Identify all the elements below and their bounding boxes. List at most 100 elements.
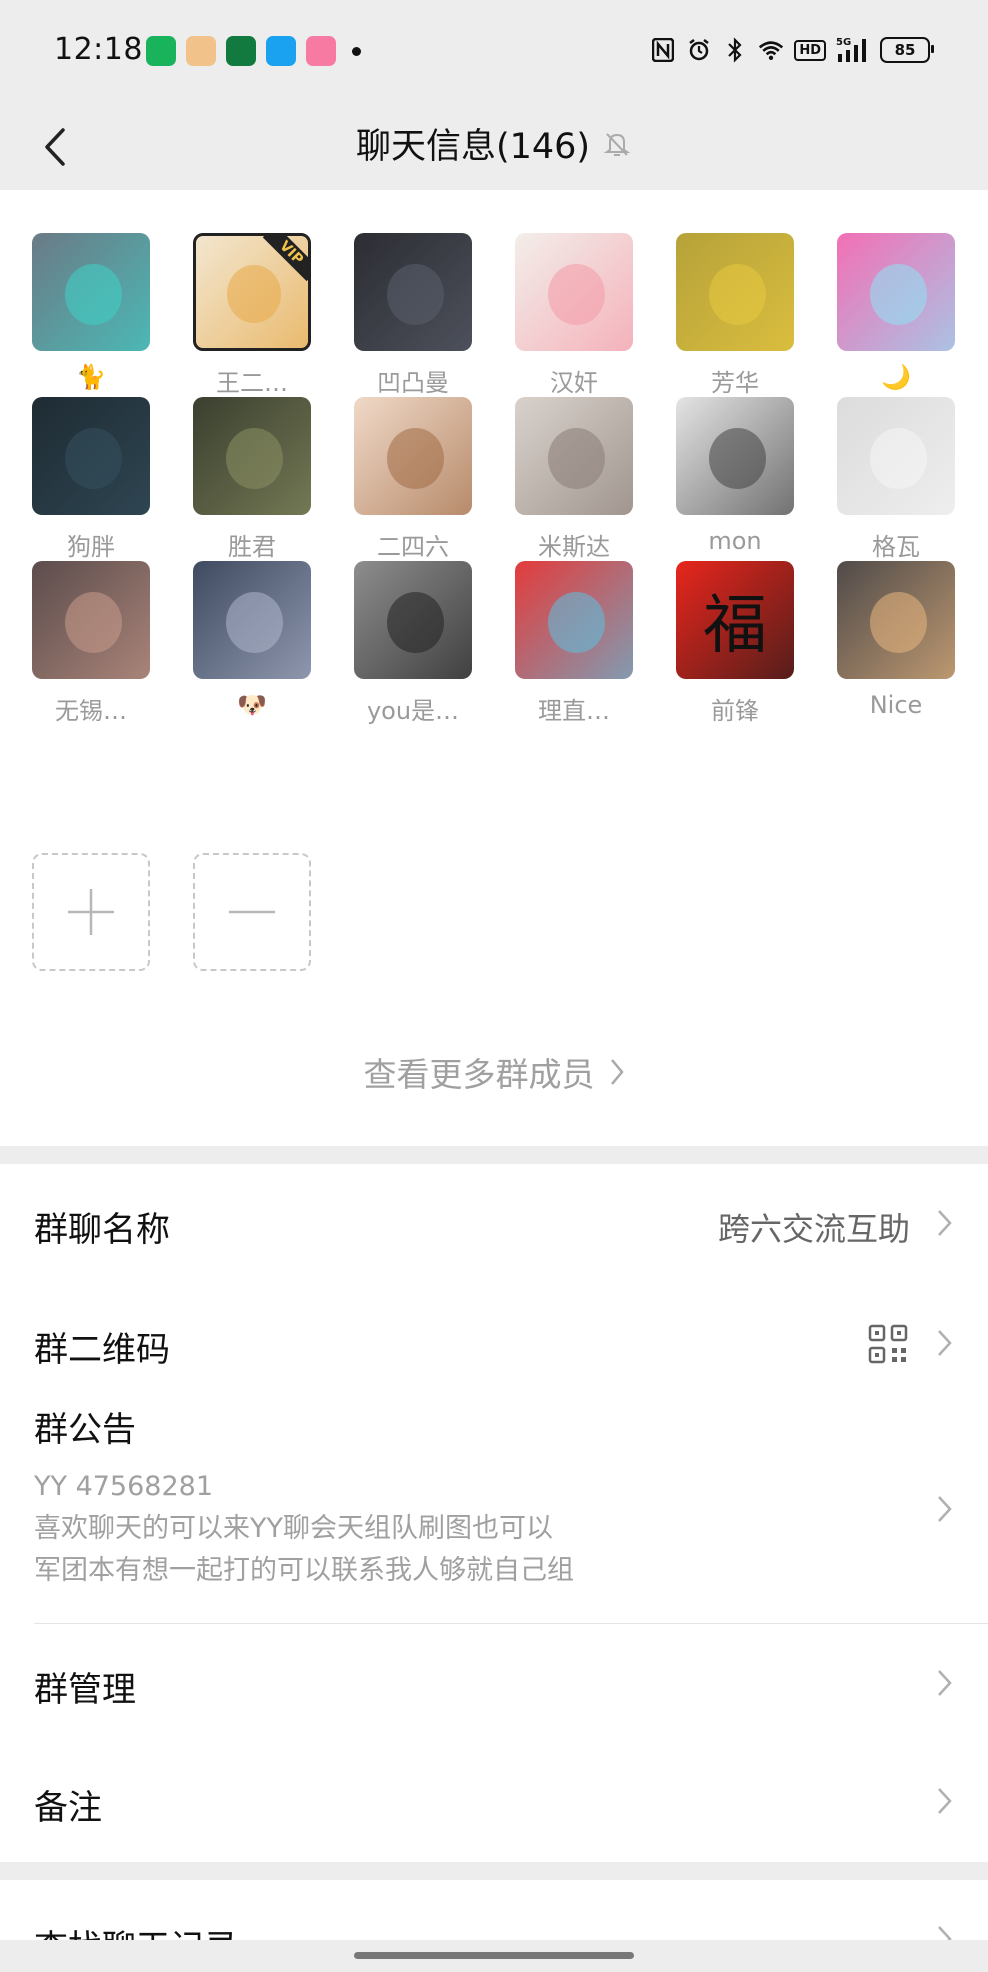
member-avatar: [676, 233, 794, 351]
group-notice-row[interactable]: 群公告 YY 47568281 喜欢聊天的可以来YY聊会天组队刷图也可以 军团本…: [0, 1402, 988, 1588]
member-avatar: [354, 397, 472, 515]
home-indicator[interactable]: [354, 1952, 634, 1959]
store-app-icon: [146, 36, 176, 66]
avatar-figure: [548, 427, 605, 490]
member-avatar: [354, 561, 472, 679]
member-item[interactable]: 格瓦: [837, 397, 955, 562]
bluetooth-icon: [722, 36, 748, 64]
member-item[interactable]: 狗胖: [32, 397, 150, 562]
view-more-members[interactable]: 查看更多群成员: [0, 1048, 988, 1096]
member-name: 芳华: [711, 369, 759, 397]
avatar-figure: [387, 591, 444, 654]
member-avatar: [32, 397, 150, 515]
member-name: 无锡…: [55, 697, 127, 725]
member-avatar: [515, 233, 633, 351]
notice-line: 喜欢聊天的可以来YY聊会天组队刷图也可以: [34, 1513, 553, 1544]
remark-row[interactable]: 备注: [0, 1742, 988, 1862]
member-name: 狗胖: [67, 533, 115, 561]
member-name: 凹凸曼: [377, 369, 449, 397]
notice-line: 军团本有想一起打的可以联系我人够就自己组: [34, 1555, 574, 1586]
group-manage-label: 群管理: [34, 1670, 136, 1710]
member-item[interactable]: Nice: [837, 561, 955, 719]
group-name-label: 群聊名称: [34, 1210, 170, 1250]
member-name: 胜君: [228, 533, 276, 561]
qq-app-icon: [266, 36, 296, 66]
member-item[interactable]: 🌙: [837, 233, 955, 391]
members-panel: 🐈 VIP 王二… 凹凸曼 汉奸 芳华 🌙 狗胖 胜君 二四六 米斯达 mon 格瓦无锡… 🐶 you是… 理…: [0, 190, 988, 1146]
member-item[interactable]: 芳华: [676, 233, 794, 398]
member-item[interactable]: VIP 王二…: [193, 233, 311, 398]
group-qr-row[interactable]: 群二维码: [0, 1282, 988, 1402]
group-name-row[interactable]: 群聊名称 跨六交流互助: [0, 1164, 988, 1282]
search-history-section: 查找聊天记录: [0, 1880, 988, 1940]
member-item[interactable]: 🐈: [32, 233, 150, 391]
member-avatar: [193, 397, 311, 515]
view-more-label: 查看更多群成员: [363, 1055, 595, 1094]
member-item[interactable]: 二四六: [354, 397, 472, 562]
hd-badge: HD: [794, 39, 826, 61]
status-bar: 12:18 HD 5G 85: [0, 0, 988, 104]
page-title: 聊天信息(146): [355, 127, 591, 167]
member-item[interactable]: 无锡…: [32, 561, 150, 726]
group-settings-list: 群聊名称 跨六交流互助 群二维码 群公告 YY 47568281 喜欢聊天的可以…: [0, 1164, 988, 1862]
wifi-icon: [758, 36, 784, 64]
member-item[interactable]: 汉奸: [515, 233, 633, 398]
member-item[interactable]: 凹凸曼: [354, 233, 472, 398]
member-name: you是…: [366, 697, 460, 725]
member-avatar: VIP: [193, 233, 311, 351]
avatar-figure: [65, 591, 122, 654]
muted-bell-icon: [603, 132, 631, 156]
member-avatar: [32, 561, 150, 679]
member-item[interactable]: 福前锋: [676, 561, 794, 726]
alarm-icon: [686, 36, 712, 64]
remove-member-button[interactable]: [193, 853, 311, 971]
remark-label: 备注: [34, 1788, 102, 1828]
avatar-figure: [548, 591, 605, 654]
search-history-row[interactable]: 查找聊天记录: [0, 1880, 988, 1940]
chevron-right-icon: [938, 1670, 952, 1696]
title-bar: 聊天信息(146): [0, 104, 988, 190]
member-avatar: [515, 397, 633, 515]
battery-indicator: 85: [880, 37, 934, 63]
status-time: 12:18: [54, 32, 143, 67]
plus-icon: [68, 889, 114, 935]
oppo-app-icon: [226, 36, 256, 66]
member-name: 汉奸: [550, 369, 598, 397]
chevron-right-icon: [938, 1210, 952, 1236]
chevron-right-icon: [938, 1330, 952, 1356]
member-avatar: [676, 397, 794, 515]
member-avatar: [193, 561, 311, 679]
member-avatar: [837, 233, 955, 351]
pet-app-icon: [186, 36, 216, 66]
avatar-figure: [709, 263, 766, 326]
member-item[interactable]: 🐶: [193, 561, 311, 719]
group-manage-row[interactable]: 群管理: [0, 1624, 988, 1742]
group-qr-label: 群二维码: [34, 1330, 170, 1370]
chevron-right-icon: [610, 1059, 624, 1085]
member-item[interactable]: 理直…: [515, 561, 633, 726]
nfc-icon: [650, 36, 676, 64]
member-name: 王二…: [216, 369, 288, 397]
member-item[interactable]: 米斯达: [515, 397, 633, 562]
status-indicators: HD 5G 85: [650, 36, 934, 64]
chevron-right-icon: [938, 1926, 952, 1940]
avatar-figure: [226, 591, 283, 654]
avatar-figure: [226, 427, 283, 490]
bilibili-app-icon: [306, 36, 336, 66]
member-name: 米斯达: [538, 533, 610, 561]
member-item[interactable]: mon: [676, 397, 794, 555]
chevron-right-icon: [938, 1788, 952, 1814]
member-item[interactable]: 胜君: [193, 397, 311, 562]
avatar-figure: [870, 263, 927, 326]
member-avatar: [32, 233, 150, 351]
member-name: 格瓦: [872, 533, 920, 561]
member-item[interactable]: you是…: [354, 561, 472, 726]
gesture-bar: [0, 1940, 988, 1972]
avatar-figure: [870, 591, 927, 654]
avatar-figure: [548, 263, 605, 326]
member-avatar: [515, 561, 633, 679]
add-member-button[interactable]: [32, 853, 150, 971]
group-notice-label: 群公告: [34, 1410, 136, 1450]
avatar-glyph: 福: [703, 589, 767, 663]
cellular-signal-icon: 5G: [836, 36, 870, 64]
